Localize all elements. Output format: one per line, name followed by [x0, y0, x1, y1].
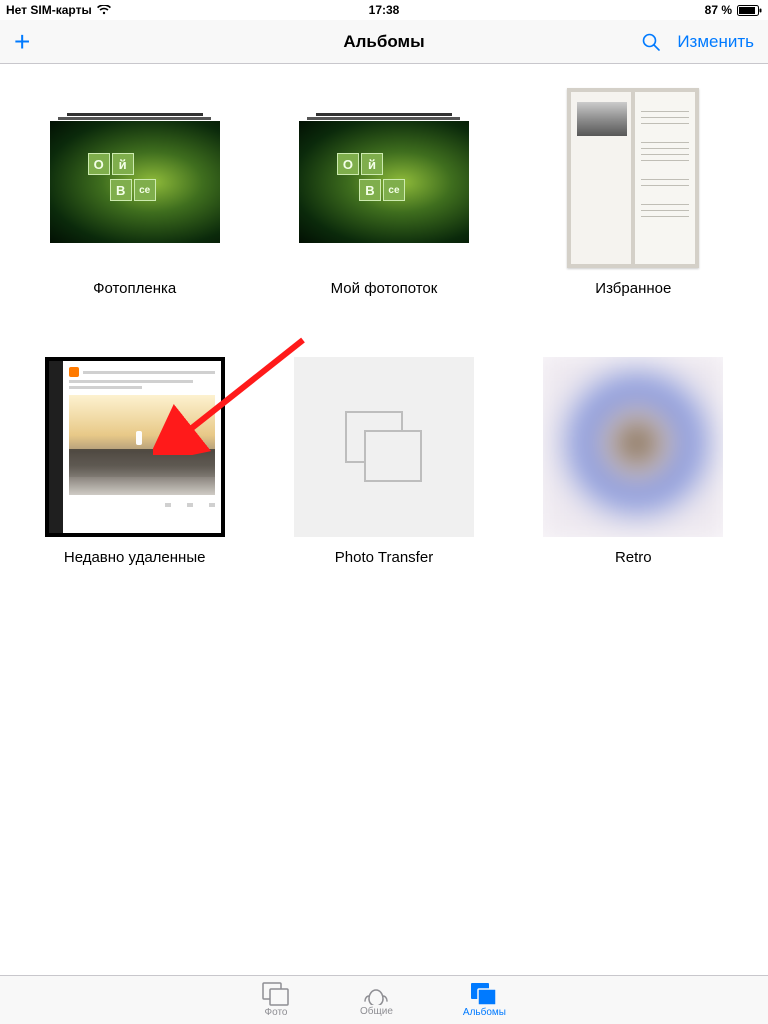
status-bar: Нет SIM-карты 17:38 87 %	[0, 0, 768, 20]
tab-shared[interactable]: Общие	[360, 983, 393, 1017]
add-album-button[interactable]: +	[14, 28, 30, 56]
album-label: Недавно удаленные	[64, 549, 206, 566]
album-thumb	[543, 88, 723, 268]
wifi-icon	[97, 5, 111, 15]
album-thumb	[294, 357, 474, 537]
search-button[interactable]	[641, 32, 661, 52]
tab-bar: Фото Общие Альбомы	[0, 975, 768, 1024]
tab-photos[interactable]: Фото	[262, 982, 290, 1018]
album-label: Photo Transfer	[335, 549, 433, 566]
album-thumb: Ой Все	[45, 88, 225, 268]
album-label: Мой фотопоток	[331, 280, 438, 297]
photos-tab-icon	[262, 982, 290, 1006]
album-retro[interactable]: Retro	[537, 357, 730, 566]
albums-scroll[interactable]: Ой Все Фотопленка Ой Все Мой фото	[0, 64, 768, 975]
edit-button[interactable]: Изменить	[677, 32, 754, 52]
album-label: Фотопленка	[93, 280, 176, 297]
tab-albums[interactable]: Альбомы	[463, 982, 506, 1018]
album-recently-deleted[interactable]: Недавно удаленные	[38, 357, 231, 566]
albums-tab-icon	[470, 982, 498, 1006]
album-camera-roll[interactable]: Ой Все Фотопленка	[38, 88, 231, 297]
carrier-text: Нет SIM-карты	[6, 3, 92, 17]
album-thumb: Ой Все	[294, 88, 474, 268]
nav-bar: + Альбомы Изменить	[0, 20, 768, 64]
tab-label: Альбомы	[463, 1007, 506, 1018]
album-label: Избранное	[595, 280, 671, 297]
album-favourites[interactable]: Избранное	[537, 88, 730, 297]
album-thumb	[543, 357, 723, 537]
albums-grid: Ой Все Фотопленка Ой Все Мой фото	[0, 64, 768, 590]
tab-label: Фото	[265, 1007, 288, 1018]
page-title: Альбомы	[343, 32, 424, 52]
album-photo-transfer[interactable]: Photo Transfer	[287, 357, 480, 566]
album-label: Retro	[615, 549, 652, 566]
battery-icon	[737, 5, 762, 16]
album-thumb	[45, 357, 225, 537]
album-photo-stream[interactable]: Ой Все Мой фотопоток	[287, 88, 480, 297]
shared-tab-icon	[361, 983, 391, 1005]
empty-album-icon	[345, 411, 423, 483]
tab-label: Общие	[360, 1006, 393, 1017]
battery-percent-text: 87 %	[705, 3, 732, 17]
clock-text: 17:38	[369, 3, 400, 17]
